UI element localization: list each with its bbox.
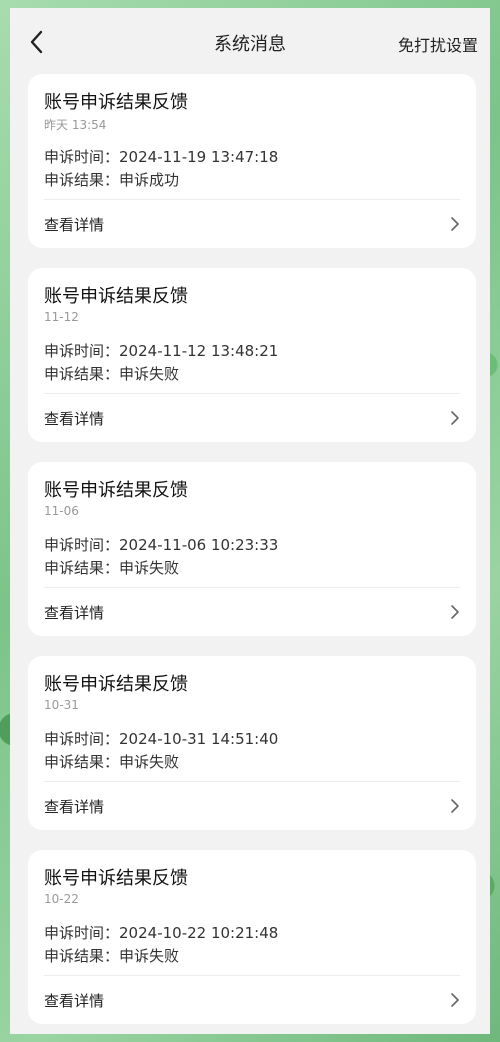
view-details-button[interactable]: 查看详情 [28, 394, 476, 442]
message-date: 11-06 [44, 504, 79, 518]
view-details-button[interactable]: 查看详情 [28, 200, 476, 248]
top-bar: 系统消息 免打扰设置 [10, 8, 490, 74]
appeal-time-label: 申诉时间： [44, 536, 120, 554]
chevron-left-icon [26, 28, 50, 56]
chevron-right-icon [450, 410, 460, 426]
appeal-result-label: 申诉结果： [44, 753, 120, 771]
view-details-button[interactable]: 查看详情 [28, 588, 476, 636]
message-list: 账号申诉结果反馈 昨天 13:54 申诉时间：2024-11-19 13:47:… [28, 74, 476, 1034]
app-screen: 系统消息 免打扰设置 账号申诉结果反馈 昨天 13:54 申诉时间：2024-1… [10, 8, 490, 1034]
chevron-right-icon [450, 216, 460, 232]
appeal-time-value: 2024-10-22 10:21:48 [119, 924, 279, 942]
view-details-button[interactable]: 查看详情 [28, 782, 476, 830]
appeal-time-label: 申诉时间： [44, 148, 120, 166]
view-details-label: 查看详情 [44, 216, 105, 234]
appeal-result-label: 申诉结果： [44, 947, 120, 965]
appeal-time-value: 2024-11-12 13:48:21 [119, 342, 279, 360]
message-date: 11-12 [44, 310, 79, 324]
appeal-time-value: 2024-10-31 14:51:40 [119, 730, 279, 748]
back-button[interactable] [26, 28, 50, 56]
chevron-right-icon [450, 798, 460, 814]
message-title: 账号申诉结果反馈 [44, 480, 188, 501]
message-card: 账号申诉结果反馈 11-06 申诉时间：2024-11-06 10:23:33 … [28, 462, 476, 636]
appeal-result-value: 申诉失败 [119, 365, 180, 383]
message-date: 10-22 [44, 892, 79, 906]
appeal-time-value: 2024-11-19 13:47:18 [119, 148, 279, 166]
appeal-result-line: 申诉结果：申诉失败 [44, 945, 179, 966]
appeal-result-value: 申诉失败 [119, 947, 180, 965]
appeal-time-line: 申诉时间：2024-11-12 13:48:21 [44, 340, 278, 361]
message-date: 10-31 [44, 698, 79, 712]
message-title: 账号申诉结果反馈 [44, 286, 188, 307]
view-details-label: 查看详情 [44, 604, 105, 622]
appeal-time-line: 申诉时间：2024-10-31 14:51:40 [44, 728, 278, 749]
message-card: 账号申诉结果反馈 11-12 申诉时间：2024-11-12 13:48:21 … [28, 268, 476, 442]
view-details-label: 查看详情 [44, 992, 105, 1010]
appeal-result-label: 申诉结果： [44, 171, 120, 189]
message-title: 账号申诉结果反馈 [44, 868, 188, 889]
message-card: 账号申诉结果反馈 10-22 申诉时间：2024-10-22 10:21:48 … [28, 850, 476, 1024]
appeal-time-line: 申诉时间：2024-10-22 10:21:48 [44, 922, 278, 943]
message-card: 账号申诉结果反馈 10-31 申诉时间：2024-10-31 14:51:40 … [28, 656, 476, 830]
do-not-disturb-settings-button[interactable]: 免打扰设置 [398, 32, 478, 56]
message-date: 昨天 13:54 [44, 118, 107, 132]
chevron-right-icon [450, 992, 460, 1008]
appeal-result-line: 申诉结果：申诉失败 [44, 557, 179, 578]
appeal-result-line: 申诉结果：申诉成功 [44, 169, 179, 190]
appeal-result-value: 申诉成功 [119, 171, 180, 189]
chevron-right-icon [450, 604, 460, 620]
view-details-label: 查看详情 [44, 798, 105, 816]
message-title: 账号申诉结果反馈 [44, 674, 188, 695]
appeal-time-label: 申诉时间： [44, 730, 120, 748]
appeal-result-line: 申诉结果：申诉失败 [44, 363, 179, 384]
appeal-result-value: 申诉失败 [119, 753, 180, 771]
view-details-label: 查看详情 [44, 410, 105, 428]
appeal-result-value: 申诉失败 [119, 559, 180, 577]
appeal-time-value: 2024-11-06 10:23:33 [119, 536, 279, 554]
appeal-time-label: 申诉时间： [44, 924, 120, 942]
appeal-result-label: 申诉结果： [44, 559, 120, 577]
appeal-time-label: 申诉时间： [44, 342, 120, 360]
appeal-result-label: 申诉结果： [44, 365, 120, 383]
appeal-result-line: 申诉结果：申诉失败 [44, 751, 179, 772]
appeal-time-line: 申诉时间：2024-11-19 13:47:18 [44, 146, 278, 167]
view-details-button[interactable]: 查看详情 [28, 976, 476, 1024]
appeal-time-line: 申诉时间：2024-11-06 10:23:33 [44, 534, 278, 555]
message-title: 账号申诉结果反馈 [44, 92, 188, 113]
message-card: 账号申诉结果反馈 昨天 13:54 申诉时间：2024-11-19 13:47:… [28, 74, 476, 248]
